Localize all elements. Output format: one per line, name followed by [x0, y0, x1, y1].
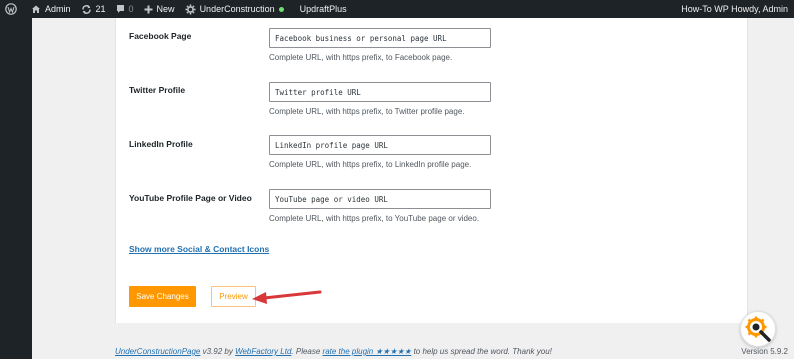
account-menu[interactable]: How-To WP Howdy, Admin [676, 0, 794, 18]
underconstruction-menu[interactable]: UnderConstruction [180, 0, 289, 18]
linkedin-help-text: Complete URL, with https prefix, to Link… [269, 160, 472, 169]
comments-menu[interactable]: 0 [111, 0, 139, 18]
version-by-text: v3.92 by [200, 347, 236, 356]
site-name-menu[interactable]: Admin [26, 0, 76, 18]
wordpress-logo-icon [5, 3, 17, 15]
linkedin-url-input[interactable] [269, 135, 491, 155]
admin-bar: Admin 21 0 New UnderConstruction Updraft… [0, 0, 794, 18]
thanks-text: to help us spread the word. Thank you! [411, 347, 552, 356]
comments-count: 0 [128, 4, 134, 14]
updates-menu[interactable]: 21 [76, 0, 111, 18]
facebook-help-text: Complete URL, with https prefix, to Face… [269, 53, 453, 62]
updates-icon [81, 4, 91, 14]
please-text: . Please [291, 347, 323, 356]
youtube-url-input[interactable] [269, 189, 491, 209]
home-icon [32, 5, 40, 13]
help-widget-button[interactable] [740, 311, 776, 347]
rate-plugin-link[interactable]: rate the plugin ★★★★★ [323, 347, 412, 356]
save-changes-button[interactable]: Save Changes [129, 286, 196, 307]
underconstruction-label: UnderConstruction [199, 4, 275, 14]
settings-card: Facebook Page Complete URL, with https p… [115, 18, 748, 323]
comment-icon [116, 5, 124, 13]
site-name: Admin [45, 4, 71, 14]
greeting-text: How-To WP Howdy, Admin [681, 4, 788, 14]
twitter-help-text: Complete URL, with https prefix, to Twit… [269, 107, 465, 116]
facebook-url-input[interactable] [269, 28, 491, 48]
wp-version: Version 5.9.2 [741, 347, 788, 356]
annotation-arrow-icon [252, 290, 322, 304]
gear-icon [185, 4, 196, 14]
twitter-profile-label: Twitter Profile [129, 85, 186, 95]
plus-icon [144, 5, 153, 13]
show-more-icons-link[interactable]: Show more Social & Contact Icons [129, 244, 269, 254]
search-gear-icon [745, 316, 771, 342]
admin-sidebar [0, 18, 32, 359]
updraftplus-menu[interactable]: UpdraftPlus [295, 0, 352, 18]
updraftplus-label: UpdraftPlus [299, 4, 347, 14]
updates-count: 21 [95, 4, 106, 14]
twitter-url-input[interactable] [269, 82, 491, 102]
youtube-profile-label: YouTube Profile Page or Video [129, 193, 252, 203]
new-label: New [156, 4, 175, 14]
new-content-menu[interactable]: New [139, 0, 180, 18]
footer-credits: UnderConstructionPage v3.92 by WebFactor… [115, 347, 552, 356]
status-dot [278, 6, 284, 12]
author-link[interactable]: WebFactory Ltd [235, 347, 291, 356]
linkedin-profile-label: LinkedIn Profile [129, 139, 193, 149]
youtube-help-text: Complete URL, with https prefix, to YouT… [269, 214, 480, 223]
facebook-page-label: Facebook Page [129, 31, 192, 41]
wordpress-menu[interactable] [0, 0, 26, 18]
plugin-home-link[interactable]: UnderConstructionPage [115, 347, 200, 356]
